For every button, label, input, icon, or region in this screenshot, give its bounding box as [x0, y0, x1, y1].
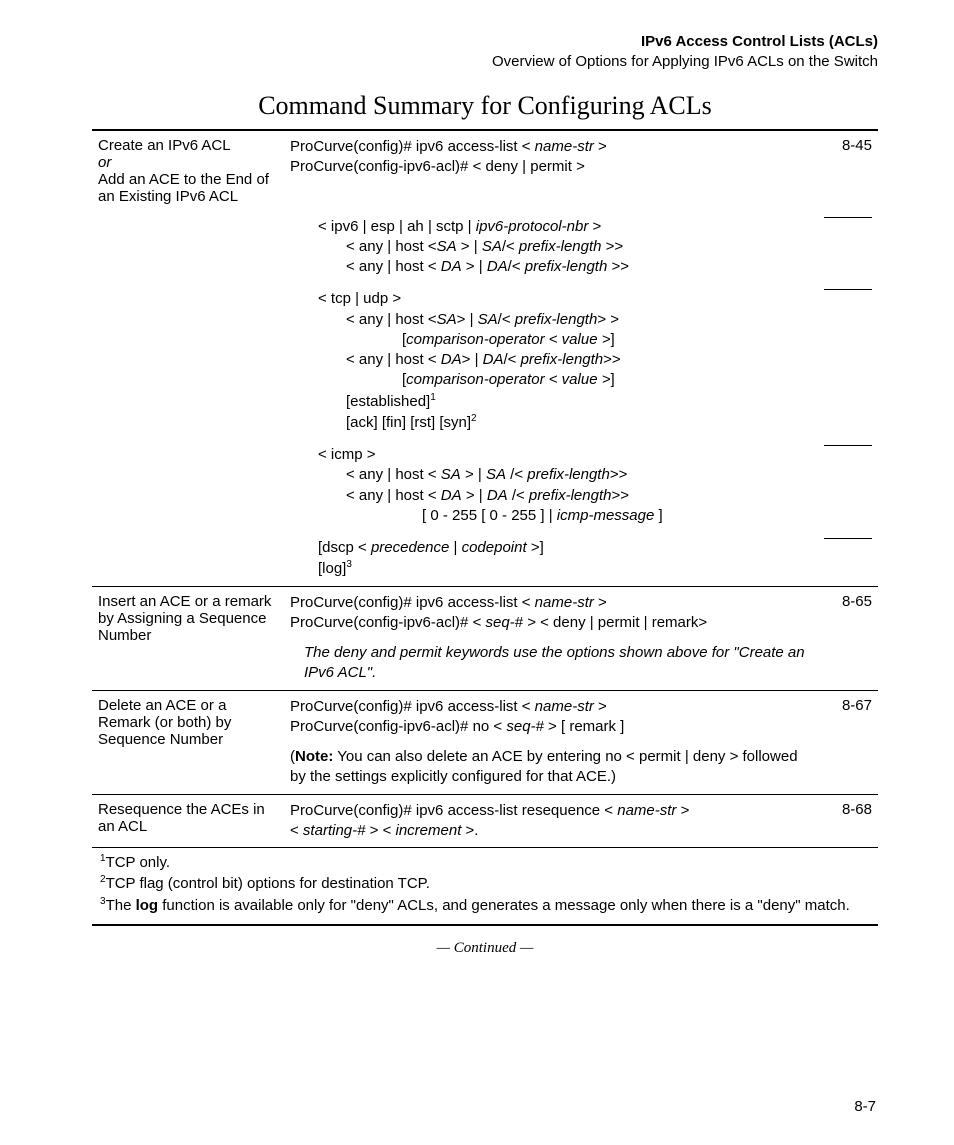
row4-cmd1: ProCurve(config)# ipv6 access-list reseq… — [290, 802, 689, 819]
row2-label: Insert an ACE or a remark by Assigning a… — [92, 586, 284, 690]
row1-blk4-l2: [log]3 — [290, 558, 812, 579]
row4-cmd2: < starting-# > < increment >. — [290, 822, 478, 839]
row3-cmd1: ProCurve(config)# ipv6 access-list < nam… — [290, 698, 607, 715]
row1-blk4-l1: [dscp < precedence | codepoint >] — [290, 538, 812, 558]
row1-label-or: or — [98, 154, 111, 171]
row1-blk3-l4: [ 0 - 255 [ 0 - 255 ] | icmp-message ] — [290, 506, 812, 526]
row3-label: Delete an ACE or a Remark (or both) by S… — [92, 690, 284, 794]
row1-blk1-l3: < any | host < DA > | DA/< prefix-length… — [290, 257, 812, 277]
row1-blk2-l2: < any | host <SA> | SA/< prefix-length> … — [290, 310, 812, 330]
row1-blk2-comp1: [comparison-operator < value >] — [290, 330, 812, 350]
header-title: IPv6 Access Control Lists (ACLs) — [92, 32, 878, 52]
page-header: IPv6 Access Control Lists (ACLs) Overvie… — [92, 32, 878, 73]
row1-blk2-comp2: [comparison-operator < value >] — [290, 370, 812, 390]
row1-blk2-flags: [ack] [fin] [rst] [syn]2 — [290, 412, 812, 433]
bottom-rule — [92, 924, 878, 926]
row1-blk2-l1: < tcp | udp > — [290, 289, 812, 309]
row4-page: 8-68 — [818, 794, 878, 847]
mini-rule-3 — [824, 445, 872, 446]
row1-sub-line: ProCurve(config-ipv6-acl)# < deny | perm… — [290, 158, 585, 175]
row1-blk2-est: [established]1 — [290, 391, 812, 412]
row1-cmd-line: ProCurve(config)# ipv6 access-list < nam… — [290, 138, 607, 155]
row1-blk3-l1: < icmp > — [290, 445, 812, 465]
row1-blk2-l4: < any | host < DA> | DA/< prefix-length>… — [290, 350, 812, 370]
mini-rule-2 — [824, 289, 872, 290]
row1-blk3-l3: < any | host < DA > | DA /< prefix-lengt… — [290, 486, 812, 506]
command-table: Create an IPv6 ACL or Add an ACE to the … — [92, 131, 878, 848]
mini-rule-1 — [824, 217, 872, 218]
row1-blk3-l2: < any | host < SA > | SA /< prefix-lengt… — [290, 465, 812, 485]
row1-label-b: Add an ACE to the End of an Existing IPv… — [98, 171, 269, 205]
row2-note: The deny and permit keywords use the opt… — [290, 643, 812, 684]
row3-page: 8-67 — [818, 690, 878, 794]
row2-cmd1: ProCurve(config)# ipv6 access-list < nam… — [290, 594, 607, 611]
header-subtitle: Overview of Options for Applying IPv6 AC… — [92, 52, 878, 72]
page-number: 8-7 — [854, 1098, 876, 1115]
row2-page: 8-65 — [818, 586, 878, 690]
row4-label: Resequence the ACEs in an ACL — [92, 794, 284, 847]
continued-label: — Continued — — [92, 940, 878, 957]
row3-note: (Note: You can also delete an ACE by ent… — [290, 748, 798, 785]
row3-cmd2: ProCurve(config-ipv6-acl)# no < seq-# > … — [290, 718, 624, 735]
section-title: Command Summary for Configuring ACLs — [92, 91, 878, 121]
mini-rule-4 — [824, 538, 872, 539]
row1-label-a: Create an IPv6 ACL — [98, 137, 231, 154]
row1-blk1-l1: < ipv6 | esp | ah | sctp | ipv6-protocol… — [290, 217, 812, 237]
row1-blk1-l2: < any | host <SA > | SA/< prefix-length … — [290, 237, 812, 257]
row1-page: 8-45 — [818, 131, 878, 211]
row2-cmd2: ProCurve(config-ipv6-acl)# < seq-# > < d… — [290, 614, 707, 631]
footnotes: 1TCP only. 2TCP flag (control bit) optio… — [92, 848, 878, 924]
